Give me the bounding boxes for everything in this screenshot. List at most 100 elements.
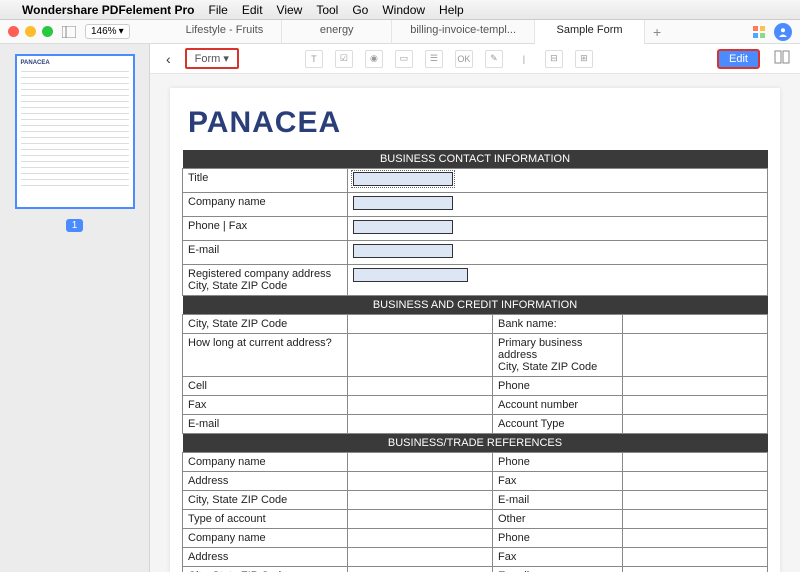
text-input-field[interactable] [353, 220, 453, 234]
document-tabs: Lifestyle - Fruits energy billing-invoic… [168, 20, 744, 44]
field-cell[interactable] [348, 169, 768, 193]
tab-lifestyle[interactable]: Lifestyle - Fruits [168, 20, 283, 44]
field-cell[interactable] [348, 529, 493, 548]
field-cell[interactable] [623, 491, 768, 510]
radio-tool-icon[interactable]: ◉ [365, 50, 383, 68]
field-cell[interactable] [348, 315, 493, 334]
divider: | [515, 50, 533, 68]
menu-window[interactable]: Window [382, 3, 425, 17]
user-avatar-icon[interactable] [774, 23, 792, 41]
fullscreen-window-icon[interactable] [42, 26, 53, 37]
form-mode-dropdown[interactable]: Form▾ [185, 48, 239, 69]
chevron-down-icon: ▾ [119, 26, 124, 37]
menu-file[interactable]: File [209, 3, 228, 17]
field-cell[interactable] [623, 377, 768, 396]
field-label: Fax [493, 548, 623, 567]
field-label: E-mail [493, 567, 623, 572]
field-cell[interactable] [348, 415, 493, 434]
button-tool-icon[interactable]: OK [455, 50, 473, 68]
field-cell[interactable] [623, 548, 768, 567]
tab-billing[interactable]: billing-invoice-templ... [392, 20, 535, 44]
text-input-field[interactable] [353, 172, 453, 186]
doc-heading: PANACEA [182, 106, 768, 140]
menu-help[interactable]: Help [439, 3, 464, 17]
field-cell[interactable] [348, 241, 768, 265]
edit-button[interactable]: Edit [717, 49, 760, 69]
field-cell[interactable] [348, 193, 768, 217]
page-thumbnail[interactable]: PANACEA [15, 54, 135, 209]
section-header: BUSINESS/TRADE REFERENCES [183, 434, 768, 453]
field-label: E-mail [183, 415, 348, 434]
field-cell[interactable] [623, 453, 768, 472]
field-cell[interactable] [623, 396, 768, 415]
field-label: Cell [183, 377, 348, 396]
field-label: Type of account [183, 510, 348, 529]
pdf-page: PANACEA BUSINESS CONTACT INFORMATION Tit… [170, 88, 780, 572]
list-tool-icon[interactable]: ☰ [425, 50, 443, 68]
zoom-selector[interactable]: 146%▾ [85, 24, 130, 39]
tab-energy[interactable]: energy [282, 20, 392, 44]
field-label: Fax [493, 472, 623, 491]
tab-sample-form[interactable]: Sample Form [535, 20, 645, 44]
text-input-field[interactable] [353, 268, 468, 282]
field-label: How long at current address? [183, 334, 348, 377]
menu-view[interactable]: View [277, 3, 303, 17]
text-input-field[interactable] [353, 244, 453, 258]
field-label: Phone [493, 453, 623, 472]
chevron-down-icon: ▾ [223, 52, 229, 65]
field-cell[interactable] [348, 567, 493, 572]
field-cell[interactable] [348, 377, 493, 396]
app-grid-icon[interactable] [752, 25, 766, 39]
text-field-tool-icon[interactable]: T [305, 50, 323, 68]
page-display-icon[interactable] [774, 50, 790, 67]
field-cell[interactable] [348, 472, 493, 491]
field-cell[interactable] [623, 315, 768, 334]
field-label: Fax [183, 396, 348, 415]
back-button[interactable]: ‹ [160, 51, 177, 67]
field-cell[interactable] [348, 491, 493, 510]
field-label: Account number [493, 396, 623, 415]
form-toolbar: ‹ Form▾ T ☑ ◉ ▭ ☰ OK ✎ | ⊟ ⊞ Edit [150, 44, 800, 74]
field-cell[interactable] [623, 472, 768, 491]
document-viewport[interactable]: PANACEA BUSINESS CONTACT INFORMATION Tit… [150, 74, 800, 572]
section-header: BUSINESS AND CREDIT INFORMATION [183, 296, 768, 315]
sidebar-toggle-icon[interactable] [59, 23, 79, 41]
field-label: Bank name: [493, 315, 623, 334]
field-label: Company name [183, 193, 348, 217]
field-label: Primary business addressCity, State ZIP … [493, 334, 623, 377]
menu-tool[interactable]: Tool [316, 3, 338, 17]
field-label: Company name [183, 529, 348, 548]
signature-tool-icon[interactable]: ✎ [485, 50, 503, 68]
combo-tool-icon[interactable]: ▭ [395, 50, 413, 68]
field-cell[interactable] [623, 334, 768, 377]
text-input-field[interactable] [353, 196, 453, 210]
field-cell[interactable] [348, 453, 493, 472]
field-cell[interactable] [348, 217, 768, 241]
field-cell[interactable] [348, 396, 493, 415]
form-table: BUSINESS CONTACT INFORMATION Title Compa… [182, 150, 768, 572]
field-cell[interactable] [348, 265, 768, 296]
field-cell[interactable] [623, 567, 768, 572]
more-tools-icon[interactable]: ⊞ [575, 50, 593, 68]
menu-go[interactable]: Go [352, 3, 368, 17]
add-tab-button[interactable]: + [645, 20, 669, 44]
field-cell[interactable] [623, 510, 768, 529]
field-cell[interactable] [348, 334, 493, 377]
field-label: Phone | Fax [183, 217, 348, 241]
close-window-icon[interactable] [8, 26, 19, 37]
field-label: Phone [493, 529, 623, 548]
align-tool-icon[interactable]: ⊟ [545, 50, 563, 68]
checkbox-tool-icon[interactable]: ☑ [335, 50, 353, 68]
content-area: ‹ Form▾ T ☑ ◉ ▭ ☰ OK ✎ | ⊟ ⊞ Edit PANACE… [150, 44, 800, 572]
field-cell[interactable] [623, 529, 768, 548]
page-number-badge[interactable]: 1 [66, 219, 84, 232]
minimize-window-icon[interactable] [25, 26, 36, 37]
field-cell[interactable] [348, 510, 493, 529]
app-name[interactable]: Wondershare PDFelement Pro [22, 3, 195, 17]
field-label: Address [183, 548, 348, 567]
field-cell[interactable] [623, 415, 768, 434]
field-label: Other [493, 510, 623, 529]
menu-edit[interactable]: Edit [242, 3, 263, 17]
field-label: E-mail [183, 241, 348, 265]
field-cell[interactable] [348, 548, 493, 567]
